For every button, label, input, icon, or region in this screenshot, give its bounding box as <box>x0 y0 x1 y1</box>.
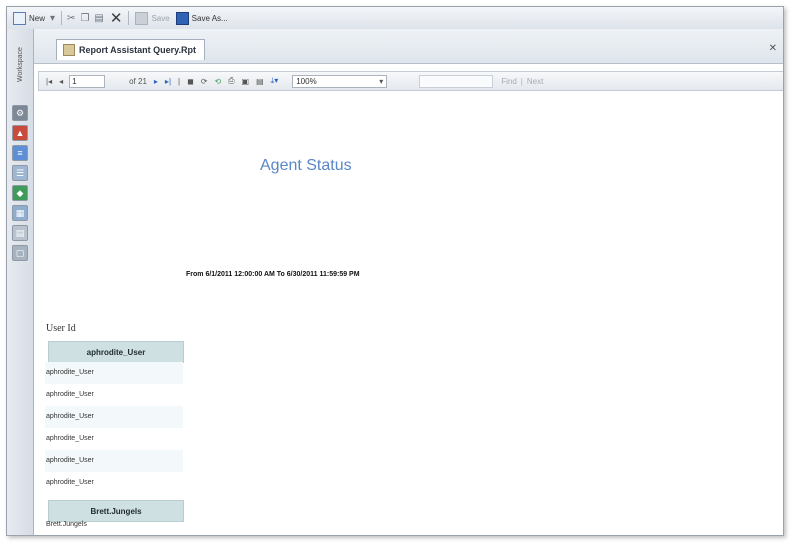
cut-icon[interactable]: ✂ <box>67 13 75 24</box>
save-as-icon <box>175 11 189 25</box>
new-button-label: New <box>29 13 46 23</box>
save-as-button[interactable]: Save As... <box>175 11 228 25</box>
save-button[interactable]: Save <box>135 11 170 25</box>
paste-icon[interactable]: ▤ <box>94 13 103 24</box>
new-button[interactable]: New ▾ <box>13 11 55 25</box>
copy-icon[interactable]: ❐ <box>80 13 89 24</box>
document-icon[interactable]: ▢ <box>12 245 28 261</box>
close-icon[interactable]: ✕ <box>769 43 777 54</box>
stop-icon[interactable]: ◼ <box>187 77 194 86</box>
next-page-icon[interactable]: ▸ <box>154 77 158 86</box>
date-range: From 6/1/2011 12:00:00 AM To 6/30/2011 1… <box>186 271 360 278</box>
chevron-down-icon[interactable]: ▾ <box>50 13 55 24</box>
workspace-label: Workspace <box>16 46 24 82</box>
save-as-button-label: Save As... <box>191 13 228 23</box>
page-total: of 21 <box>129 76 147 86</box>
page-setup-icon[interactable]: ▤ <box>256 77 264 86</box>
table-row: aphrodite_User <box>46 391 94 398</box>
find-link[interactable]: Find <box>501 77 517 86</box>
table-row: aphrodite_User <box>45 450 183 472</box>
column-label: User Id <box>46 323 76 334</box>
last-page-icon[interactable]: ▸| <box>165 77 171 86</box>
previous-page-icon[interactable]: ◂ <box>59 77 63 86</box>
main-toolbar: New ▾ ✂ ❐ ▤ ✕ Save Save As... <box>7 7 783 30</box>
table-row: aphrodite_User <box>46 479 94 486</box>
gear-icon[interactable]: ⚙ <box>12 105 28 121</box>
tab-report-document[interactable]: Report Assistant Query.Rpt <box>56 39 206 60</box>
toolbar-divider <box>61 11 63 25</box>
zoom-select[interactable]: 100% ▾ <box>292 74 388 88</box>
report-title: Agent Status <box>260 157 352 174</box>
app-window: New ▾ ✂ ❐ ▤ ✕ Save Save As... Workspace … <box>6 6 784 536</box>
refresh-icon[interactable]: ⟳ <box>201 77 208 86</box>
delete-icon[interactable]: ✕ <box>110 11 123 26</box>
report-viewer-toolbar: |◂ ◂ 1 of 21 ▸ ▸| | ◼ ⟳ ⟲ ⎙ ▣ ▤ ⤓▾ 100% … <box>38 71 783 91</box>
table-icon[interactable]: ▤ <box>12 225 28 241</box>
link-separator: | <box>520 76 523 86</box>
save-icon <box>135 11 149 25</box>
zoom-value: 100% <box>296 76 317 86</box>
toolbar-divider <box>128 11 130 25</box>
workspace-tab[interactable]: Workspace <box>13 35 27 93</box>
print-icon[interactable]: ⎙ <box>228 76 234 86</box>
table-row: aphrodite_User <box>45 406 183 428</box>
back-icon[interactable]: ⟲ <box>214 77 221 86</box>
table-row: aphrodite_User <box>46 435 94 442</box>
new-document-icon <box>13 11 26 25</box>
list-icon[interactable]: ☰ <box>12 165 28 181</box>
report-icon[interactable]: ≡ <box>12 145 28 161</box>
find-input[interactable] <box>419 74 494 88</box>
chevron-down-icon: ▾ <box>379 76 384 86</box>
report-page: Agent Status From 6/1/2011 12:00:00 AM T… <box>38 91 782 535</box>
refresh-icon[interactable]: ◆ <box>12 185 28 201</box>
workspace-sidebar: Workspace ⚙ ▲ ≡ ☰ ◆ ▦ ▤ ▢ <box>7 29 34 535</box>
tab-title: Report Assistant Query.Rpt <box>79 45 197 55</box>
report-file-icon <box>63 44 75 56</box>
save-button-label: Save <box>151 13 170 23</box>
document-tabstrip: Report Assistant Query.Rpt ✕ <box>34 29 783 64</box>
next-link[interactable]: Next <box>527 77 543 86</box>
grid-icon[interactable]: ▦ <box>12 205 28 221</box>
toolbar-divider: | <box>178 76 181 86</box>
first-page-icon[interactable]: |◂ <box>46 77 52 86</box>
page-number-input[interactable]: 1 <box>69 74 106 88</box>
print-layout-icon[interactable]: ▣ <box>242 77 250 86</box>
group-header: aphrodite_User <box>48 341 184 363</box>
chart-icon[interactable]: ▲ <box>12 125 28 141</box>
export-icon[interactable]: ⤓▾ <box>271 76 279 86</box>
table-row: aphrodite_User <box>45 362 183 384</box>
table-row: Brett.Jungels <box>46 521 87 528</box>
